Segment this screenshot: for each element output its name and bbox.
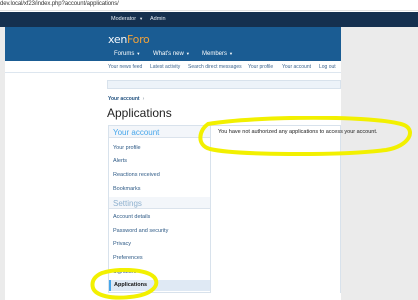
admin-link[interactable]: Admin: [150, 16, 166, 22]
site-logo[interactable]: xenForo: [108, 33, 150, 46]
subnav-news-feed[interactable]: Your news feed: [108, 64, 142, 70]
main-nav: Forums ▼ What's new ▼ Members ▼: [5, 48, 341, 61]
chevron-down-icon: ▼: [229, 51, 233, 56]
notice-strip: [107, 80, 341, 89]
subnav-your-account[interactable]: Your account: [282, 64, 311, 70]
chevron-down-icon: ▼: [185, 51, 190, 56]
sidebar-heading-settings: Settings: [109, 197, 210, 209]
browser-url-bar[interactable]: dev.local/xf23/index.php?account/applica…: [0, 0, 418, 11]
sidebar-item-reactions-received[interactable]: Reactions received: [113, 172, 160, 178]
sidebar-item-applications-label: Applications: [114, 282, 148, 288]
chevron-down-icon: ▼: [136, 51, 141, 56]
tab-members[interactable]: Members ▼: [202, 51, 233, 57]
page-title: Applications: [107, 106, 172, 120]
admin-label: Admin: [150, 16, 166, 22]
sidebar-item-your-profile[interactable]: Your profile: [113, 145, 141, 151]
subnav-log-out[interactable]: Log out: [319, 64, 336, 70]
sidebar-item-alerts[interactable]: Alerts: [113, 158, 127, 164]
sidebar-item-account-details[interactable]: Account details: [113, 214, 150, 220]
content-panel: [211, 125, 341, 293]
sidebar-heading-settings-text: Settings: [113, 199, 142, 208]
sidebar-item-preferences[interactable]: Preferences: [113, 255, 143, 261]
moderator-link[interactable]: Moderator ▼: [111, 16, 143, 22]
sidebar-heading-your-account: Your account: [109, 126, 210, 138]
account-subnav: Your news feed Latest activity Search di…: [5, 61, 341, 73]
tab-forums-label: Forums: [114, 51, 135, 57]
tab-whats-new-label: What's new: [153, 51, 184, 57]
account-sidebar: Your account Your profile Alerts Reactio…: [108, 125, 211, 293]
sidebar-item-privacy[interactable]: Privacy: [113, 241, 131, 247]
chevron-down-icon: ▼: [139, 16, 144, 21]
sidebar-item-bookmarks[interactable]: Bookmarks: [113, 186, 141, 192]
breadcrumb: Your account ›: [108, 96, 144, 102]
subnav-latest-activity[interactable]: Latest activity: [150, 64, 180, 70]
logo-text-accent: Foro: [127, 33, 150, 46]
empty-applications-message: You have not authorized any applications…: [218, 129, 378, 135]
url-text[interactable]: dev.local/xf23/index.php?account/applica…: [0, 1, 119, 7]
breadcrumb-your-account[interactable]: Your account: [108, 96, 140, 102]
moderator-label: Moderator: [111, 16, 137, 22]
breadcrumb-separator: ›: [142, 96, 145, 102]
sidebar-item-password-security[interactable]: Password and security: [113, 228, 168, 234]
sidebar-item-applications[interactable]: Applications: [109, 280, 210, 291]
logo-text: xen: [108, 33, 128, 46]
subnav-your-profile[interactable]: Your profile: [248, 64, 273, 70]
tab-members-label: Members: [202, 51, 228, 57]
staff-top-bar: Moderator ▼ Admin: [0, 12, 418, 27]
tab-whats-new[interactable]: What's new ▼: [153, 51, 190, 57]
subnav-search-direct-messages[interactable]: Search direct messages: [188, 64, 242, 70]
right-page-gutter: [341, 12, 418, 300]
sidebar-item-signature[interactable]: Signature: [113, 269, 137, 275]
sidebar-heading-text: Your account: [113, 128, 160, 137]
tab-forums[interactable]: Forums ▼: [114, 51, 140, 57]
